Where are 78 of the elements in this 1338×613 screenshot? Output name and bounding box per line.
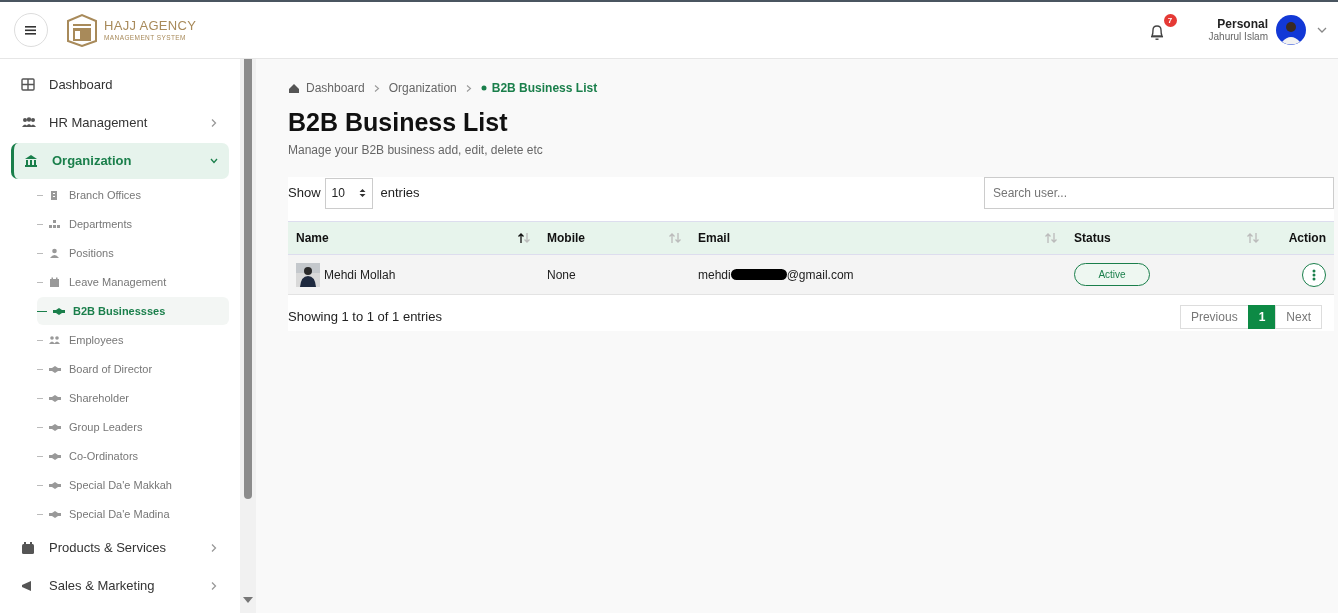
handshake-icon — [49, 508, 61, 520]
handshake-icon — [49, 421, 61, 433]
chevron-right-icon — [209, 543, 219, 553]
bank-icon — [24, 154, 40, 168]
handshake-icon — [49, 392, 61, 404]
more-actions-button[interactable] — [1302, 262, 1326, 287]
scrollbar[interactable] — [240, 59, 256, 613]
column-header: Status — [1074, 230, 1111, 247]
status-badge: Active — [1074, 263, 1150, 286]
chevron-right-icon — [464, 83, 473, 93]
chevron-right-icon — [209, 118, 219, 128]
breadcrumb-current: B2B Business List — [491, 80, 598, 97]
user-role: Personal — [1216, 17, 1268, 32]
sidebar-item[interactable]: HR Management — [11, 105, 229, 141]
menu-button[interactable] — [14, 13, 48, 47]
menu-icon — [25, 25, 37, 35]
breadcrumb-link[interactable]: Organization — [388, 79, 457, 97]
sidebar-subitem[interactable]: Board of Director — [37, 355, 229, 383]
handshake-icon — [49, 363, 61, 375]
dashboard-icon — [21, 78, 37, 92]
breadcrumb-link[interactable]: Dashboard — [306, 79, 365, 97]
chevron-down-icon — [1316, 25, 1328, 35]
show-label: Show — [288, 184, 321, 203]
handshake-icon — [53, 305, 65, 317]
calendar-icon — [49, 276, 61, 288]
notification-count: 7 — [1163, 14, 1177, 27]
sidebar-item[interactable]: Organization — [11, 143, 229, 179]
users-icon — [49, 334, 61, 346]
pagination-button[interactable]: Previous — [1179, 305, 1249, 329]
sidebar-subitem[interactable]: B2B Businessses — [37, 297, 229, 325]
sidebar-item[interactable]: Dashboard — [11, 67, 229, 103]
sidebar-subitem[interactable]: Co-Ordinators — [37, 442, 229, 470]
pagination-button[interactable]: Next — [1275, 305, 1322, 329]
chevron-right-icon — [372, 83, 381, 93]
bullet-icon — [480, 85, 487, 91]
calendar-icon — [21, 541, 37, 555]
sort-icon[interactable] — [517, 232, 531, 244]
page-title: B2B Business List — [288, 107, 509, 137]
mobile-cell: None — [547, 267, 576, 282]
more-vertical-icon — [1312, 268, 1316, 281]
search-field[interactable]: Search user... — [984, 177, 1334, 209]
sidebar-subitem[interactable]: Branch Offices — [37, 181, 229, 209]
scrollbar-thumb[interactable] — [244, 59, 252, 499]
chevron-down-icon — [209, 156, 219, 166]
email-cell-text: mehdi — [698, 266, 731, 284]
sidebar-subitem[interactable]: Departments — [37, 210, 229, 238]
sidebar-subitem[interactable]: Special Da'e Makkah — [37, 471, 229, 499]
handshake-icon — [49, 479, 61, 491]
column-header: Mobile — [547, 230, 585, 247]
name-cell-text: Mehdi Mollah — [324, 266, 396, 284]
sidebar-item[interactable]: Sales & Marketing — [11, 568, 229, 604]
handshake-icon — [49, 450, 61, 462]
entries-label: entries — [380, 184, 420, 203]
sidebar-subitem[interactable]: Employees — [37, 326, 229, 354]
sidebar-subitem[interactable]: Positions — [37, 239, 229, 267]
column-header: Action — [1288, 230, 1326, 247]
sidebar-subitem[interactable]: Leave Management — [37, 268, 229, 296]
notification-bell-icon[interactable] — [1148, 22, 1165, 41]
person-icon — [49, 247, 61, 259]
column-header: Name — [296, 230, 329, 247]
column-header: Email — [698, 230, 730, 247]
sitemap-icon — [49, 218, 61, 230]
sidebar-subitem[interactable]: Group Leaders — [37, 413, 229, 441]
page-subtitle: Manage your B2B business add, edit, delete etc — [288, 142, 544, 159]
user-name: Jahurul Islam — [1208, 31, 1268, 43]
user-avatar — [1276, 15, 1306, 45]
email-cell-text: @gmail.com — [786, 266, 854, 284]
sidebar-item[interactable]: Products & Services — [11, 530, 229, 566]
home-icon — [288, 82, 300, 94]
users-icon — [21, 116, 37, 130]
kaaba-logo-icon — [64, 13, 100, 47]
select-arrows-icon — [358, 188, 366, 198]
sidebar-subitem[interactable]: Special Da'e Madina — [37, 500, 229, 528]
sidebar-subitem[interactable]: Shareholder — [37, 384, 229, 412]
page-size-select[interactable]: 10 — [324, 177, 373, 209]
chevron-right-icon — [209, 581, 219, 591]
table-info: Showing 1 to 1 of 1 entries — [288, 308, 442, 327]
logo-title: HAJJ AGENCY — [104, 19, 197, 34]
